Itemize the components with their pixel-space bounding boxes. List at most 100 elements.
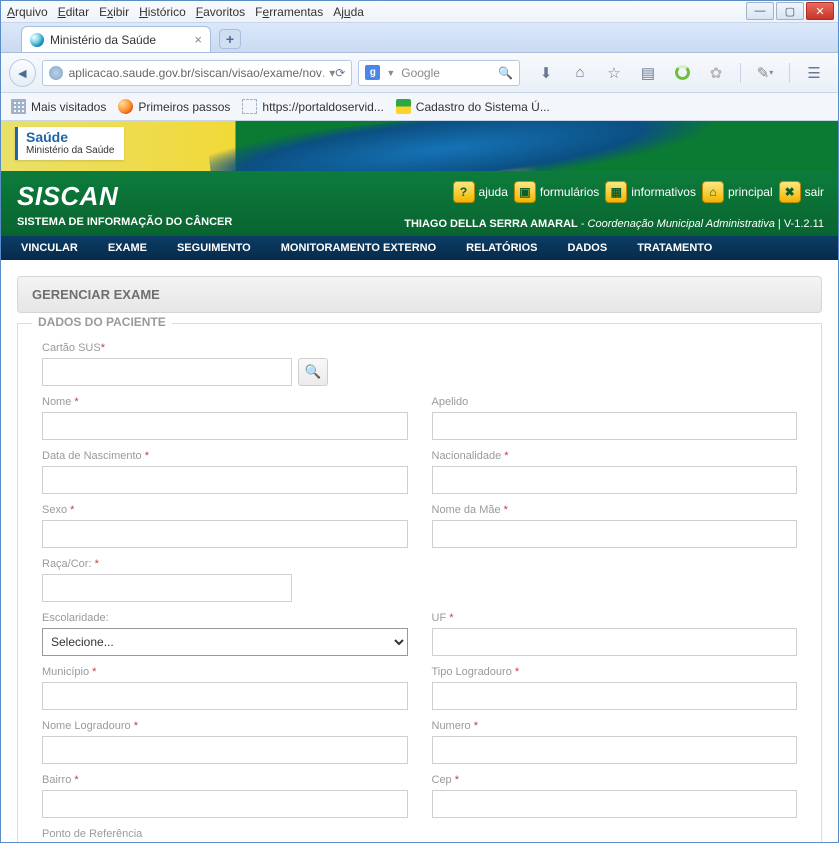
cartao-sus-search-button[interactable]: 🔍	[298, 358, 328, 386]
bookmark-cadastro-sistema[interactable]: Cadastro do Sistema Ú...	[396, 99, 550, 114]
label-municipio: Município *	[42, 666, 408, 678]
url-input[interactable]: aplicacao.saude.gov.br/siscan/visao/exam…	[42, 60, 353, 86]
label-nome-mae: Nome da Mãe *	[432, 504, 798, 516]
nav-monitoramento[interactable]: MONITORAMENTO EXTERNO	[281, 242, 436, 254]
window-minimize-button[interactable]: —	[746, 2, 774, 20]
cep-input[interactable]	[432, 790, 798, 818]
raca-cor-input[interactable]	[42, 574, 292, 602]
google-icon: g	[365, 65, 380, 80]
app-version: V-1.2.11	[784, 218, 824, 230]
uf-input[interactable]	[432, 628, 798, 656]
menu-editar[interactable]: Editar	[58, 5, 89, 19]
section-title: GERENCIAR EXAME	[17, 276, 822, 313]
bookmark-star-icon[interactable]: ☆	[602, 61, 626, 85]
label-data-nascimento: Data de Nascimento *	[42, 450, 408, 462]
hamburger-menu-icon[interactable]: ☰	[802, 61, 826, 85]
addon-green-icon[interactable]	[670, 61, 694, 85]
reload-icon[interactable]: ⟳	[335, 66, 345, 80]
browser-tab-active[interactable]: Ministério da Saúde ×	[21, 26, 211, 52]
page-content-scroll[interactable]: Saúde Ministério da Saúde SISCAN SISTEMA…	[1, 121, 838, 842]
window-maximize-button[interactable]: ▢	[776, 2, 804, 20]
browser-search-input[interactable]: g ▼ Google 🔍	[358, 60, 520, 86]
fieldset-dados-paciente: DADOS DO PACIENTE Cartão SUS* 🔍 Nome *	[17, 323, 822, 842]
nav-dados[interactable]: DADOS	[567, 242, 607, 254]
browser-tabstrip: Ministério da Saúde × +	[1, 23, 838, 53]
exit-icon: ✖	[779, 181, 801, 203]
addon-brush-icon[interactable]: ✎▾	[753, 61, 777, 85]
user-role: Coordenação Municipal Administrativa	[588, 218, 775, 230]
home-app-icon: ⌂	[702, 181, 724, 203]
numero-input[interactable]	[432, 736, 798, 764]
escolaridade-select[interactable]: Selecione...	[42, 628, 408, 656]
user-name: THIAGO DELLA SERRA AMARAL	[404, 218, 578, 230]
firefox-icon	[118, 99, 133, 114]
nome-logradouro-input[interactable]	[42, 736, 408, 764]
magnifier-icon: 🔍	[305, 364, 322, 380]
search-engine-caret-icon[interactable]: ▼	[386, 68, 395, 78]
data-nascimento-input[interactable]	[42, 466, 408, 494]
apelido-input[interactable]	[432, 412, 798, 440]
brazil-flag-icon	[396, 99, 411, 114]
formularios-button[interactable]: ▣ formulários	[514, 181, 599, 203]
search-placeholder: Google	[401, 66, 440, 80]
label-nome-logradouro: Nome Logradouro *	[42, 720, 408, 732]
menu-ajuda[interactable]: Ajuda	[333, 5, 364, 19]
menu-arquivo[interactable]: Arquivo	[7, 5, 48, 19]
informativos-button[interactable]: ▦ informativos	[605, 181, 696, 203]
principal-button[interactable]: ⌂ principal	[702, 181, 773, 203]
fieldset-legend: DADOS DO PACIENTE	[32, 315, 172, 329]
label-numero: Numero *	[432, 720, 798, 732]
menu-historico[interactable]: Histórico	[139, 5, 186, 19]
bookmark-portal[interactable]: https://portaldoservid...	[242, 99, 383, 114]
home-icon[interactable]: ⌂	[568, 61, 592, 85]
label-sexo: Sexo *	[42, 504, 408, 516]
bookmark-primeiros-passos[interactable]: Primeiros passos	[118, 99, 230, 114]
new-tab-button[interactable]: +	[219, 29, 241, 49]
bookmark-most-visited[interactable]: Mais visitados	[11, 99, 106, 114]
grid-icon	[11, 99, 26, 114]
municipio-input[interactable]	[42, 682, 408, 710]
label-tipo-logradouro: Tipo Logradouro *	[432, 666, 798, 678]
menu-exibir[interactable]: Exibir	[99, 5, 129, 19]
bookmarks-bar: Mais visitados Primeiros passos https://…	[1, 93, 838, 121]
sair-button[interactable]: ✖ sair	[779, 181, 824, 203]
label-apelido: Apelido	[432, 396, 798, 408]
label-escolaridade: Escolaridade:	[42, 612, 408, 624]
form-icon: ▣	[514, 181, 536, 203]
ajuda-button[interactable]: ? ajuda	[453, 181, 508, 203]
user-info-line: THIAGO DELLA SERRA AMARAL - Coordenação …	[404, 218, 824, 230]
sexo-input[interactable]	[42, 520, 408, 548]
nome-mae-input[interactable]	[432, 520, 798, 548]
saude-badge: Saúde Ministério da Saúde	[15, 127, 124, 160]
nav-vincular[interactable]: VINCULAR	[21, 242, 78, 254]
tipo-logradouro-input[interactable]	[432, 682, 798, 710]
nav-relatorios[interactable]: RELATÓRIOS	[466, 242, 537, 254]
label-cep: Cep *	[432, 774, 798, 786]
addon-paw-icon[interactable]: ✿	[704, 61, 728, 85]
cartao-sus-input[interactable]	[42, 358, 292, 386]
nav-exame[interactable]: EXAME	[108, 242, 147, 254]
saude-header-banner: Saúde Ministério da Saúde	[1, 121, 838, 171]
back-button[interactable]: ◄	[9, 59, 36, 87]
nome-input[interactable]	[42, 412, 408, 440]
main-nav: VINCULAR EXAME SEGUIMENTO MONITORAMENTO …	[1, 236, 838, 260]
nacionalidade-input[interactable]	[432, 466, 798, 494]
label-nome: Nome *	[42, 396, 408, 408]
info-icon: ▦	[605, 181, 627, 203]
nav-seguimento[interactable]: SEGUIMENTO	[177, 242, 251, 254]
favicon-icon	[30, 33, 44, 47]
search-icon[interactable]: 🔍	[498, 66, 513, 80]
menu-favoritos[interactable]: Favoritos	[196, 5, 245, 19]
browser-menubar: Arquivo Editar Exibir Histórico Favorito…	[1, 1, 838, 23]
sidebar-icon[interactable]: ▤	[636, 61, 660, 85]
window-close-button[interactable]: ✕	[806, 2, 834, 20]
tab-close-icon[interactable]: ×	[194, 32, 202, 47]
nav-tratamento[interactable]: TRATAMENTO	[637, 242, 712, 254]
label-ponto-referencia: Ponto de Referência	[42, 828, 408, 840]
bairro-input[interactable]	[42, 790, 408, 818]
label-raca-cor: Raça/Cor: *	[42, 558, 408, 570]
url-text: aplicacao.saude.gov.br/siscan/visao/exam…	[69, 66, 322, 80]
siscan-header: SISCAN SISTEMA DE INFORMAÇÃO DO CÂNCER ?…	[1, 171, 838, 236]
menu-ferramentas[interactable]: Ferramentas	[255, 5, 323, 19]
downloads-icon[interactable]: ⬇	[534, 61, 558, 85]
